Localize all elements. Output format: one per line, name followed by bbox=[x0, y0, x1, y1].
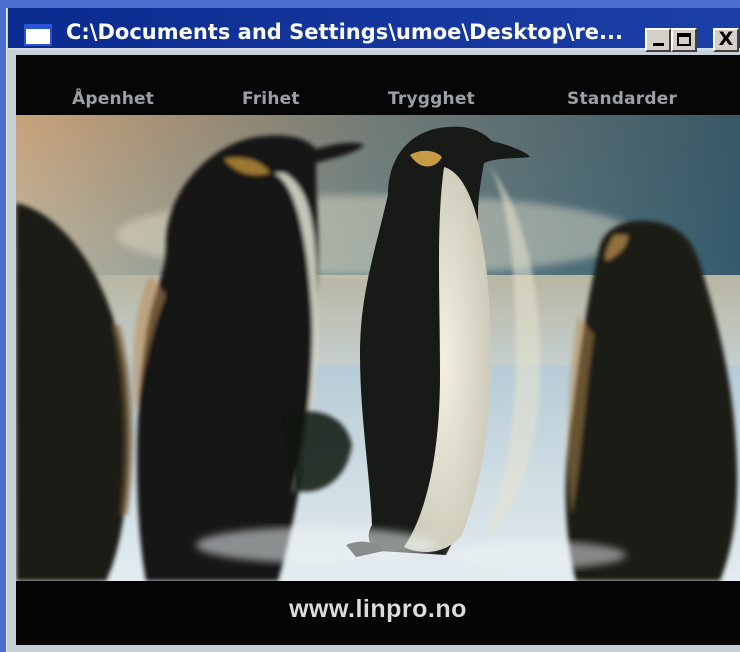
video-footer: www.linpro.no bbox=[16, 581, 740, 645]
video-nav-bar: Åpenhet Frihet Trygghet Standarder bbox=[16, 55, 740, 115]
penguin-scene-image bbox=[16, 115, 740, 581]
nav-item-frihet[interactable]: Frihet bbox=[242, 89, 300, 109]
close-button[interactable]: X bbox=[713, 28, 739, 52]
close-icon: X bbox=[718, 28, 734, 50]
nav-item-standarder[interactable]: Standarder bbox=[567, 89, 677, 109]
media-content: Åpenhet Frihet Trygghet Standarder www.l… bbox=[16, 55, 740, 645]
window-icon[interactable] bbox=[24, 24, 52, 46]
website-url[interactable]: www.linpro.no bbox=[16, 595, 740, 624]
minimize-button[interactable] bbox=[645, 28, 671, 52]
title-bar[interactable]: C:\Documents and Settings\umoe\Desktop\r… bbox=[8, 8, 740, 52]
minimize-icon bbox=[653, 43, 664, 46]
nav-item-apenhet[interactable]: Åpenhet bbox=[72, 89, 154, 109]
video-frame bbox=[16, 115, 740, 581]
window-title: C:\Documents and Settings\umoe\Desktop\r… bbox=[66, 20, 623, 44]
nav-item-trygghet[interactable]: Trygghet bbox=[388, 89, 475, 109]
maximize-icon bbox=[677, 33, 691, 46]
maximize-button[interactable] bbox=[671, 28, 697, 52]
